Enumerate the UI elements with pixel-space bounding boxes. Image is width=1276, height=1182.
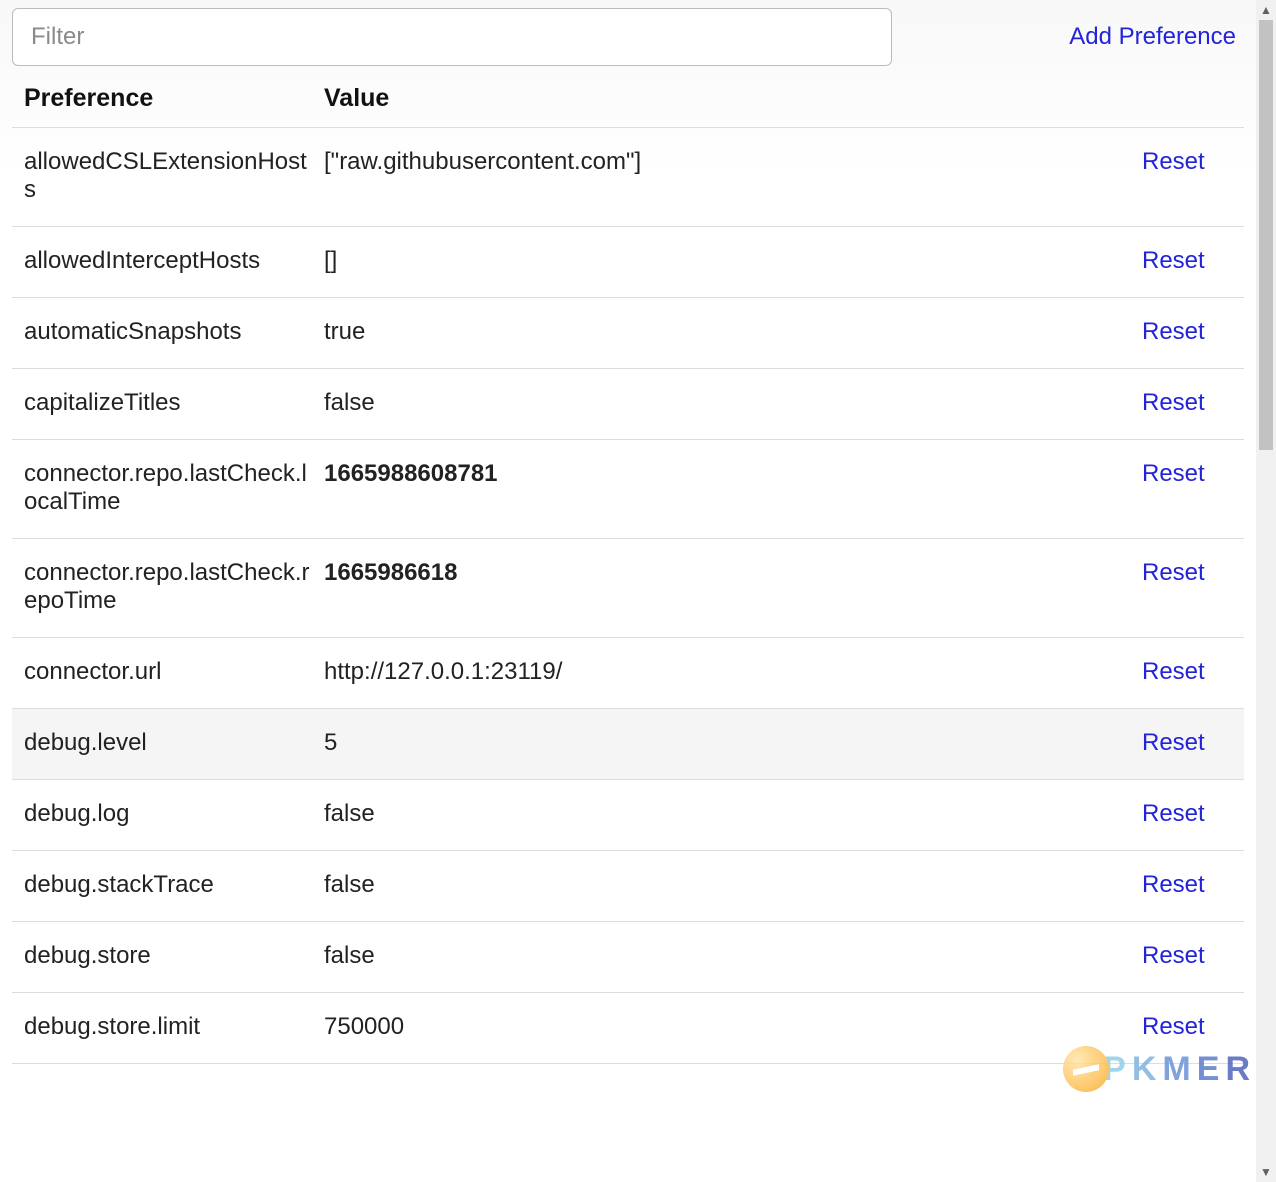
preference-value[interactable]: false xyxy=(324,942,1142,970)
preference-value[interactable]: http://127.0.0.1:23119/ xyxy=(324,658,1142,686)
preference-name: debug.store xyxy=(24,942,324,970)
preference-name: debug.level xyxy=(24,729,324,757)
table-row[interactable]: debug.logfalseReset xyxy=(12,780,1244,851)
preference-name: debug.stackTrace xyxy=(24,871,324,899)
preference-name: debug.log xyxy=(24,800,324,828)
preference-name: allowedInterceptHosts xyxy=(24,247,324,275)
reset-button[interactable]: Reset xyxy=(1142,247,1232,275)
reset-button[interactable]: Reset xyxy=(1142,460,1232,488)
table-row[interactable]: capitalizeTitlesfalseReset xyxy=(12,369,1244,440)
reset-button[interactable]: Reset xyxy=(1142,389,1232,417)
reset-button[interactable]: Reset xyxy=(1142,559,1232,587)
preference-value[interactable]: 1665986618 xyxy=(324,559,1142,587)
scroll-thumb[interactable] xyxy=(1259,20,1273,450)
preference-name: connector.url xyxy=(24,658,324,686)
table-row[interactable]: connector.urlhttp://127.0.0.1:23119/Rese… xyxy=(12,638,1244,709)
vertical-scrollbar[interactable]: ▲ ▼ xyxy=(1256,0,1276,1182)
table-row[interactable]: connector.repo.lastCheck.repoTime1665986… xyxy=(12,539,1244,638)
table-row[interactable]: debug.storefalseReset xyxy=(12,922,1244,993)
preference-value[interactable]: [] xyxy=(324,247,1142,275)
scroll-track[interactable] xyxy=(1256,20,1276,1162)
table-header: Preference Value xyxy=(12,74,1244,128)
column-header-preference: Preference xyxy=(24,84,324,113)
reset-button[interactable]: Reset xyxy=(1142,871,1232,899)
table-row[interactable]: debug.store.limit750000Reset xyxy=(12,993,1244,1064)
top-bar: Add Preference xyxy=(12,8,1244,66)
reset-button[interactable]: Reset xyxy=(1142,800,1232,828)
add-preference-button[interactable]: Add Preference xyxy=(1069,23,1244,51)
preference-name: capitalizeTitles xyxy=(24,389,324,417)
reset-button[interactable]: Reset xyxy=(1142,318,1232,346)
preference-name: connector.repo.lastCheck.localTime xyxy=(24,460,324,516)
preference-value[interactable]: 750000 xyxy=(324,1013,1142,1041)
table-row[interactable]: connector.repo.lastCheck.localTime166598… xyxy=(12,440,1244,539)
scroll-down-arrow-icon[interactable]: ▼ xyxy=(1256,1162,1276,1182)
table-row[interactable]: allowedInterceptHosts[]Reset xyxy=(12,227,1244,298)
reset-button[interactable]: Reset xyxy=(1142,942,1232,970)
preference-value[interactable]: true xyxy=(324,318,1142,346)
preference-value[interactable]: false xyxy=(324,389,1142,417)
reset-button[interactable]: Reset xyxy=(1142,729,1232,757)
preference-value[interactable]: 5 xyxy=(324,729,1142,757)
preferences-table: Preference Value allowedCSLExtensionHost… xyxy=(12,74,1244,1064)
preference-name: allowedCSLExtensionHosts xyxy=(24,148,324,204)
reset-button[interactable]: Reset xyxy=(1142,148,1232,176)
scroll-up-arrow-icon[interactable]: ▲ xyxy=(1256,0,1276,20)
table-row[interactable]: debug.level5Reset xyxy=(12,709,1244,780)
reset-button[interactable]: Reset xyxy=(1142,658,1232,686)
preference-value[interactable]: false xyxy=(324,871,1142,899)
table-row[interactable]: allowedCSLExtensionHosts["raw.githubuser… xyxy=(12,128,1244,227)
table-row[interactable]: automaticSnapshotstrueReset xyxy=(12,298,1244,369)
preference-name: debug.store.limit xyxy=(24,1013,324,1041)
preference-name: automaticSnapshots xyxy=(24,318,324,346)
preference-value[interactable]: 1665988608781 xyxy=(324,460,1142,488)
column-header-value: Value xyxy=(324,84,1142,113)
table-row[interactable]: debug.stackTracefalseReset xyxy=(12,851,1244,922)
preference-name: connector.repo.lastCheck.repoTime xyxy=(24,559,324,615)
preference-value[interactable]: ["raw.githubusercontent.com"] xyxy=(324,148,1142,176)
preference-value[interactable]: false xyxy=(324,800,1142,828)
reset-button[interactable]: Reset xyxy=(1142,1013,1232,1041)
filter-input[interactable] xyxy=(12,8,892,66)
